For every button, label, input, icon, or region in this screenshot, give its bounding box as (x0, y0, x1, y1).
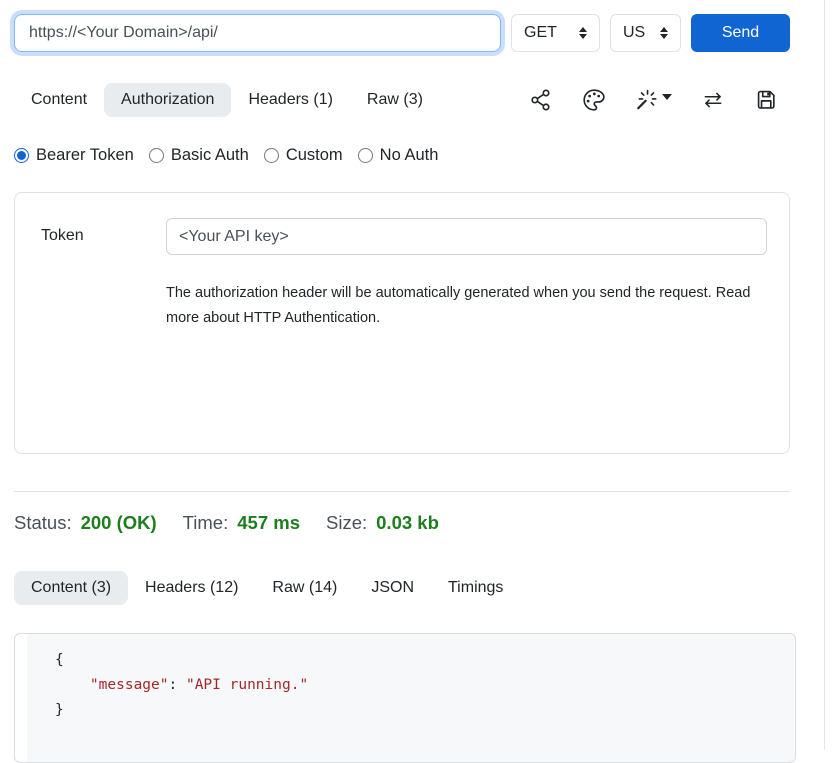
method-select-value: GET (524, 24, 557, 42)
region-select-value: US (623, 24, 645, 42)
content-right-divider (824, 0, 825, 750)
send-button[interactable]: Send (691, 14, 790, 52)
json-close-brace: } (55, 702, 64, 718)
request-toolbar (529, 88, 790, 112)
json-separator: : (169, 677, 186, 693)
size-label: Size: (326, 512, 367, 534)
save-icon[interactable] (754, 88, 778, 112)
tab-content[interactable]: Content (14, 83, 104, 117)
auth-option-basic[interactable]: Basic Auth (149, 146, 249, 165)
response-tab-content[interactable]: Content (3) (14, 571, 128, 605)
request-tabs: Content Authorization Headers (1) Raw (3… (14, 83, 790, 117)
auth-option-label: No Auth (380, 146, 439, 165)
size-stat: Size: 0.03 kb (326, 512, 439, 534)
response-tab-timings[interactable]: Timings (431, 571, 520, 605)
select-arrows-icon (660, 27, 668, 39)
auth-option-noauth[interactable]: No Auth (358, 146, 439, 165)
token-help-text: The authorization header will be automat… (166, 281, 752, 331)
tab-raw[interactable]: Raw (3) (350, 83, 440, 117)
response-json: { "message": "API running." } (27, 634, 795, 762)
response-tab-json[interactable]: JSON (354, 571, 431, 605)
json-key: "message" (90, 677, 169, 693)
api-tester-page: GET US Send Content Authorization Header… (0, 0, 790, 763)
section-divider (14, 491, 790, 492)
time-stat: Time: 457 ms (183, 512, 300, 534)
response-status-bar: Status: 200 (OK) Time: 457 ms Size: 0.03… (14, 512, 790, 534)
url-input[interactable] (14, 14, 501, 52)
json-value: "API running." (186, 677, 308, 693)
response-body-block: { "message": "API running." } (14, 633, 796, 763)
radio-icon[interactable] (264, 148, 279, 163)
tab-authorization[interactable]: Authorization (104, 83, 231, 117)
response-tab-raw[interactable]: Raw (14) (255, 571, 354, 605)
palette-icon[interactable] (582, 88, 606, 112)
token-input[interactable] (166, 218, 767, 255)
auth-option-label: Custom (286, 146, 343, 165)
magic-wand-icon[interactable] (635, 88, 672, 112)
auth-option-label: Basic Auth (171, 146, 249, 165)
chevron-down-icon (662, 94, 672, 100)
request-bar: GET US Send (14, 14, 790, 52)
time-value: 457 ms (237, 512, 300, 534)
bearer-token-panel: Token The authorization header will be a… (14, 192, 790, 454)
radio-selected-icon[interactable] (14, 148, 29, 163)
method-select[interactable]: GET (511, 14, 600, 52)
auth-option-custom[interactable]: Custom (264, 146, 343, 165)
radio-icon[interactable] (358, 148, 373, 163)
radio-icon[interactable] (149, 148, 164, 163)
auth-option-bearer[interactable]: Bearer Token (14, 146, 134, 165)
swap-arrows-icon[interactable] (701, 88, 725, 112)
json-open-brace: { (55, 652, 64, 668)
status-value: 200 (OK) (81, 512, 157, 534)
auth-option-label: Bearer Token (36, 146, 134, 165)
region-select[interactable]: US (610, 14, 681, 52)
select-arrows-icon (579, 27, 587, 39)
status-stat: Status: 200 (OK) (14, 512, 157, 534)
size-value: 0.03 kb (376, 512, 439, 534)
response-tab-headers[interactable]: Headers (12) (128, 571, 255, 605)
status-label: Status: (14, 512, 72, 534)
auth-type-options: Bearer Token Basic Auth Custom No Auth (14, 146, 790, 165)
tab-headers[interactable]: Headers (1) (231, 83, 349, 117)
time-label: Time: (183, 512, 229, 534)
share-icon[interactable] (529, 88, 553, 112)
response-tabs: Content (3) Headers (12) Raw (14) JSON T… (14, 571, 790, 605)
token-label: Token (41, 218, 166, 255)
